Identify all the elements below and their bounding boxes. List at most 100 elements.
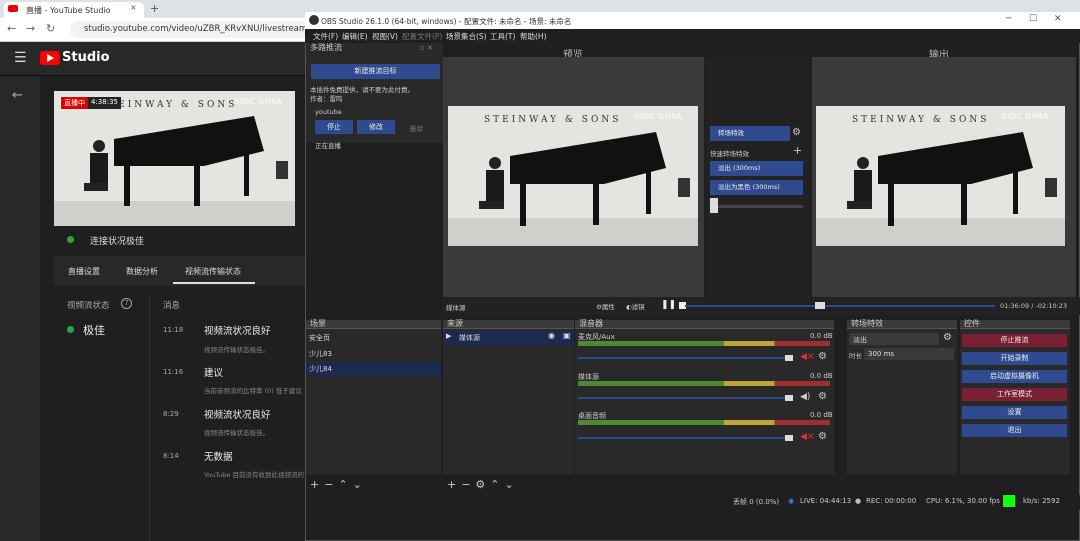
seek-handle[interactable] <box>815 302 825 309</box>
live-timer: LIVE: 04:44:13 <box>800 497 852 505</box>
maximize-icon[interactable]: ☐ <box>1029 14 1037 24</box>
help-icon[interactable]: ? <box>121 298 132 309</box>
mixer-channel-db: 0.0 dB <box>810 332 833 340</box>
add-icon[interactable]: + <box>793 144 802 157</box>
steinway-brand-text: STEINWAY & SONS <box>484 115 622 125</box>
modify-target-button[interactable]: 修改 <box>357 120 395 134</box>
virtual-camera-button[interactable]: 启动虚拟摄像机 <box>962 370 1067 383</box>
dock-float-icon[interactable]: ▫ ✕ <box>420 44 433 52</box>
quick-transitions-label: 快速转场特效 <box>710 150 749 158</box>
reload-icon[interactable]: ↻ <box>46 22 55 35</box>
visibility-eye-icon[interactable]: ◉ <box>548 331 555 340</box>
minimize-icon[interactable]: ─ <box>1006 14 1011 24</box>
message-desc: 当前音频流的比特率 (0) 低于建议 <box>204 387 302 395</box>
stop-target-button[interactable]: 停止 <box>315 120 353 134</box>
messages-header: 消息 <box>163 301 181 311</box>
controls-dock-title: 控件 <box>964 319 980 328</box>
tab-analytics[interactable]: 数据分析 <box>126 266 158 277</box>
back-arrow-icon[interactable]: ← <box>12 88 23 103</box>
muted-speaker-icon[interactable]: ◀× <box>800 432 814 442</box>
start-recording-button[interactable]: 开始录制 <box>962 352 1067 365</box>
properties-button[interactable]: ⚙属性 <box>596 301 615 311</box>
settings-button[interactable]: 设置 <box>962 406 1067 419</box>
sources-dock-title: 来源 <box>447 319 463 328</box>
seek-bar[interactable] <box>685 305 995 307</box>
play-icon: ▶ <box>446 332 452 340</box>
menu-icon[interactable]: ☰ <box>14 50 27 66</box>
stream-health-label: 视频流状态 <box>67 301 110 311</box>
speaker-icon[interactable]: ◀) <box>800 392 810 402</box>
connection-status-text: 连接状况极佳 <box>90 237 145 247</box>
message-time: 8:29 <box>163 410 179 418</box>
gear-icon[interactable]: ⚙ <box>943 332 952 343</box>
media-source-label: 媒体源 <box>446 304 466 312</box>
transition-button[interactable]: 转场特效 <box>710 126 790 141</box>
connection-status-dot <box>67 236 74 243</box>
scene-item[interactable]: 少儿83 <box>306 347 441 361</box>
transition-select[interactable]: 淡出 <box>849 333 939 345</box>
new-tab-button[interactable]: + <box>150 2 159 15</box>
studio-logo-text: Studio <box>62 50 110 65</box>
browser-tab[interactable]: 直播 - YouTube Studio <box>4 2 144 18</box>
volume-knob[interactable] <box>785 395 793 401</box>
gear-icon[interactable]: ⚙ <box>818 431 827 442</box>
studio-mode-button[interactable]: 工作室模式 <box>962 388 1067 401</box>
bitrate: kb/s: 2592 <box>1023 497 1060 505</box>
menu-edit[interactable]: 编辑(E) <box>342 31 368 42</box>
menu-file[interactable]: 文件(F) <box>313 31 338 42</box>
rec-timer: REC: 00:00:00 <box>866 497 917 505</box>
back-icon[interactable]: ← <box>7 22 16 35</box>
obs-title-bar: OBS Studio 26.1.0 (64-bit, windows) - 配置… <box>305 12 1080 29</box>
menu-profile[interactable]: 配置文件(P) <box>402 31 442 42</box>
lock-icon[interactable]: ▣ <box>563 331 571 340</box>
duration-label: 时长 <box>849 352 862 360</box>
tbar-track <box>710 205 803 208</box>
menu-view[interactable]: 视图(V) <box>372 31 398 42</box>
exit-button[interactable]: 退出 <box>962 424 1067 437</box>
tab-close-icon[interactable]: × <box>130 3 137 12</box>
delete-target-button[interactable]: 删除 <box>410 123 423 133</box>
studio-left-rail <box>0 76 40 541</box>
steinway-brand-text: STEINWAY & SONS <box>852 115 990 125</box>
forward-icon[interactable]: → <box>26 22 35 35</box>
quick-fade-button[interactable]: 淡出 (300ms) <box>710 161 803 176</box>
piano-scene-image <box>816 106 1065 246</box>
quick-fade-black-button[interactable]: 淡出为黑色 (300ms) <box>710 180 803 195</box>
volume-slider[interactable] <box>578 437 790 439</box>
mixer-dock-title: 混音器 <box>579 319 603 328</box>
volume-knob[interactable] <box>785 435 793 441</box>
duration-input[interactable]: 300 ms <box>864 348 954 360</box>
filters-button[interactable]: ◐滤镜 <box>626 301 645 311</box>
gear-icon[interactable]: ⚙ <box>818 351 827 362</box>
menu-help[interactable]: 帮助(H) <box>520 31 547 42</box>
muted-speaker-icon[interactable]: ◀× <box>800 352 814 362</box>
menu-scene-collection[interactable]: 场景集合(S) <box>446 31 487 42</box>
stop-streaming-button[interactable]: 停止推流 <box>962 334 1067 347</box>
tab-stream-health[interactable]: 视频流传输状态 <box>185 266 241 277</box>
piano-scene-image <box>448 106 698 246</box>
menu-tools[interactable]: 工具(T) <box>490 31 515 42</box>
scene-toolbar-icons[interactable]: +−⌃⌄ <box>310 478 367 491</box>
scenes-dock-title: 场景 <box>310 319 326 328</box>
scene-item[interactable]: 安全页 <box>306 331 441 345</box>
volume-slider[interactable] <box>578 397 790 399</box>
live-signal-icon: ◉ <box>788 497 795 505</box>
message-title: 建议 <box>204 368 224 379</box>
gear-icon[interactable]: ⚙ <box>792 127 801 138</box>
close-icon[interactable]: ✕ <box>1054 14 1062 24</box>
pause-icon[interactable]: ❚❚ <box>661 300 676 310</box>
mixer-channel-db: 0.0 dB <box>810 411 833 419</box>
tbar-handle[interactable] <box>710 198 718 213</box>
gear-icon[interactable]: ⚙ <box>818 391 827 402</box>
source-toolbar-icons[interactable]: +−⚙⌃⌄ <box>447 478 519 491</box>
new-target-button[interactable]: 新建推流目标 <box>311 64 440 79</box>
url-input[interactable]: studio.youtube.com/video/uZBR_KRvXNU/liv… <box>70 21 310 38</box>
media-time: 01:36:09 / -02:10:23 <box>1000 302 1068 310</box>
volume-slider[interactable] <box>578 357 790 359</box>
studio-mode-transition-column <box>706 57 810 297</box>
scene-item-selected[interactable]: 少儿84 <box>306 362 441 376</box>
column-divider <box>149 296 150 541</box>
tab-stream-settings[interactable]: 直播设置 <box>68 266 100 277</box>
dropped-frames: 丢帧 0 (0.0%) <box>733 498 780 506</box>
volume-knob[interactable] <box>785 355 793 361</box>
